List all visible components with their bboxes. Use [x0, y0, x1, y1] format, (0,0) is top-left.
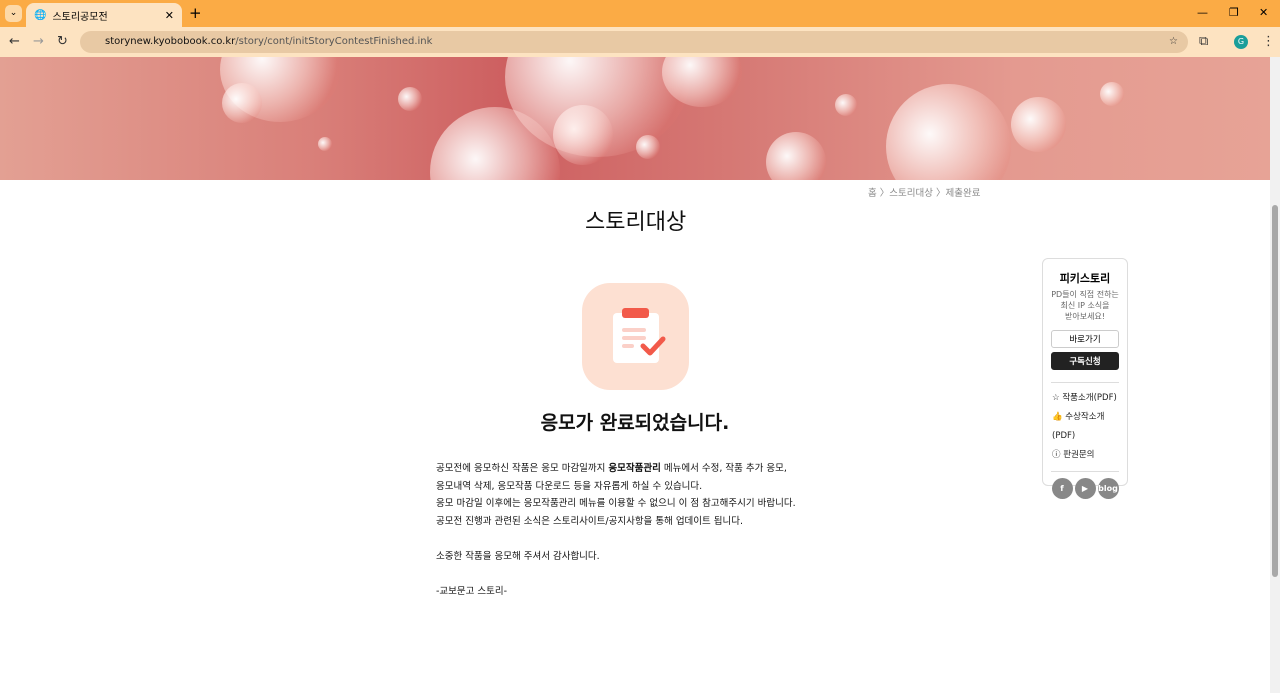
tab-search-button[interactable]: ⌄ [5, 5, 22, 22]
sidebar-desc: 최신 IP 소식을 [1060, 301, 1110, 310]
text: 공모전 진행과 관련된 소식은 스토리사이트/공지사항을 통해 업데이트 됩니다… [436, 515, 744, 527]
bookmark-star-icon[interactable]: ☆ [1169, 31, 1178, 53]
pikistory-sidebar: 피키스토리 PD들이 직접 전하는최신 IP 소식을받아보세요! 바로가기 구독… [1042, 258, 1128, 499]
extensions-icon[interactable]: ⧉ [1199, 34, 1208, 49]
link-label: 작품소개(PDF) [1062, 393, 1117, 403]
url-host: storynew.kyobobook.co.kr [105, 36, 236, 47]
menu-icon[interactable]: ⋮ [1262, 34, 1275, 49]
hero-banner [0, 57, 1270, 180]
sidebar-desc: PD들이 직접 전하는 [1051, 290, 1119, 299]
link-label: 판권문의 [1063, 450, 1095, 460]
facebook-icon[interactable]: f [1051, 478, 1073, 499]
text: 응모내역 삭제, 응모작품 다운로드 등을 자유롭게 하실 수 있습니다. [436, 480, 703, 492]
info-icon: ⓘ [1052, 450, 1061, 460]
text: 메뉴에서 수정, 작품 추가 응모, [660, 463, 787, 474]
browser-tab[interactable]: 🌐 스토리공모전 ✕ [26, 3, 182, 27]
restore-button[interactable]: ❐ [1229, 6, 1239, 19]
toolbar: ← → ↻ storynew.kyobobook.co.kr/story/con… [0, 27, 1280, 57]
page-title: 스토리대상 [585, 210, 687, 235]
close-tab-icon[interactable]: ✕ [165, 9, 174, 22]
signature: -교보문고 스토리- [436, 585, 508, 597]
blog-icon[interactable]: blog [1097, 478, 1119, 499]
works-intro-link[interactable]: ☆ 작품소개(PDF) [1043, 389, 1127, 408]
subscribe-button[interactable]: 구독신청 [1051, 352, 1119, 370]
back-button[interactable]: ← [9, 34, 20, 49]
minimize-button[interactable]: — [1197, 6, 1208, 19]
sidebar-desc: 받아보세요! [1064, 312, 1105, 321]
text: 응모 마감일 이후에는 응모작품관리 메뉴를 이용할 수 없으니 이 점 참고해… [436, 498, 796, 509]
youtube-icon[interactable]: ▶ [1074, 478, 1096, 499]
star-icon: ☆ [1052, 393, 1060, 403]
address-bar[interactable]: storynew.kyobobook.co.kr/story/cont/init… [80, 31, 1188, 53]
rights-inquiry-link[interactable]: ⓘ 판권문의 [1043, 446, 1127, 465]
text: 소중한 작품을 응모해 주셔서 감사합니다. [436, 550, 600, 562]
sidebar-title: 피키스토리 [1059, 272, 1111, 285]
go-button[interactable]: 바로가기 [1051, 330, 1119, 348]
globe-icon: 🌐 [34, 9, 47, 21]
close-window-button[interactable]: ✕ [1259, 6, 1268, 19]
text: 공모전에 응모하신 작품은 응모 마감일까지 [436, 463, 609, 474]
divider [1051, 382, 1119, 383]
url-path: /story/cont/initStoryContestFinished.ink [235, 36, 433, 47]
new-tab-button[interactable]: + [189, 4, 202, 22]
tab-strip: ⌄ 🌐 스토리공모전 ✕ + — ❐ ✕ [0, 0, 1280, 27]
scrollbar[interactable] [1270, 57, 1280, 693]
reload-button[interactable]: ↻ [57, 34, 68, 49]
clipboard-check-icon [582, 283, 689, 390]
avatar[interactable]: G [1234, 35, 1248, 49]
winners-intro-link[interactable]: 👍 수상작소개(PDF) [1043, 408, 1127, 446]
completion-message: 공모전에 응모하신 작품은 응모 마감일까지 응모작품관리 메뉴에서 수정, 작… [436, 460, 796, 600]
tab-title: 스토리공모전 [52, 11, 108, 23]
manage-entries-text: 응모작품관리 [608, 463, 661, 474]
divider [1051, 471, 1119, 472]
thumbs-up-icon: 👍 [1052, 412, 1063, 422]
forward-button[interactable]: → [33, 34, 44, 49]
breadcrumb: 홈 〉스토리대상 〉제출완료 [868, 188, 981, 199]
scrollbar-thumb[interactable] [1272, 205, 1278, 577]
